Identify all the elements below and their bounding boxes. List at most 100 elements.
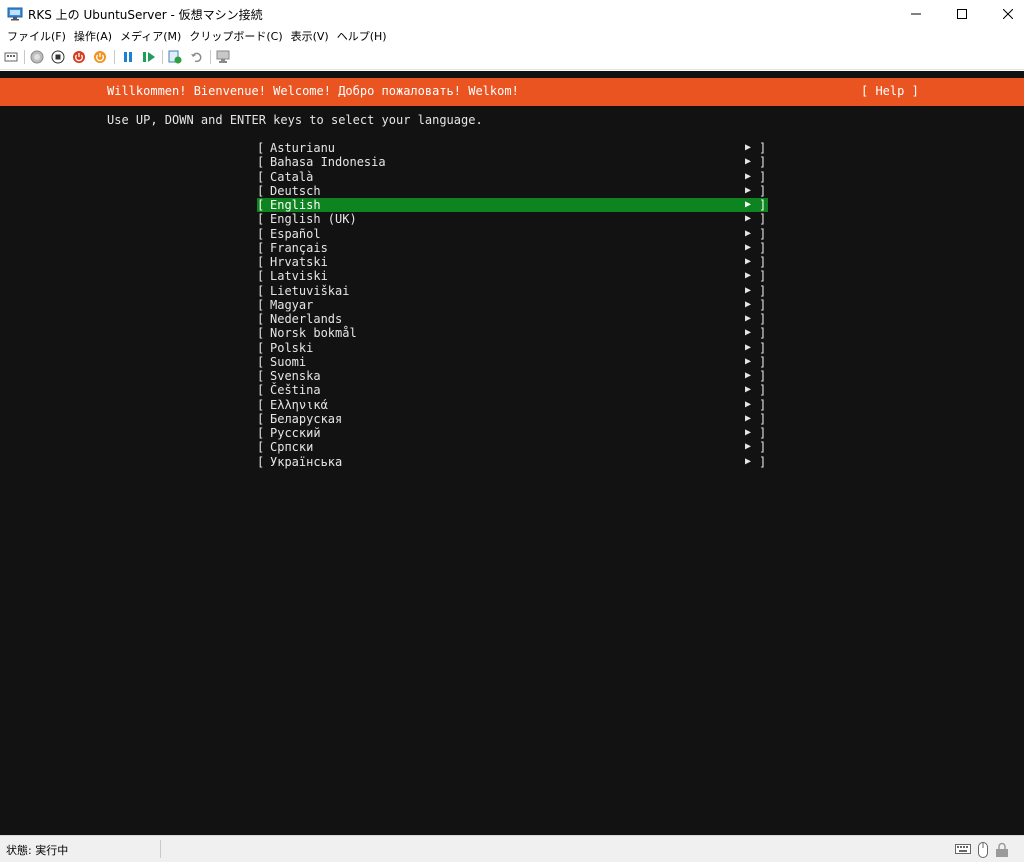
menu-action[interactable]: 操作(A) <box>70 28 116 45</box>
left-bracket: [ <box>257 255 265 269</box>
left-bracket: [ <box>257 326 265 341</box>
reset-icon[interactable] <box>142 50 156 64</box>
language-option[interactable]: [Hrvatski ▶] <box>257 255 768 269</box>
ctrl-alt-del-icon[interactable] <box>4 50 18 64</box>
left-bracket: [ <box>257 297 265 312</box>
language-label: Ελληνικά <box>270 397 328 412</box>
arrow-right-icon: ▶ <box>745 370 752 381</box>
right-bracket: ] <box>759 283 767 298</box>
close-button[interactable] <box>985 0 1024 28</box>
language-option[interactable]: [Español ▶] <box>257 227 768 241</box>
right-bracket: ] <box>759 183 767 198</box>
language-option[interactable]: [English ▶] <box>257 198 768 213</box>
enhanced-session-icon[interactable] <box>216 50 230 64</box>
right-bracket: ] <box>759 312 767 326</box>
left-bracket: [ <box>257 383 265 398</box>
right-bracket: ] <box>759 141 767 155</box>
arrow-right-icon: ▶ <box>745 298 752 310</box>
menu-view[interactable]: 表示(V) <box>287 28 333 45</box>
language-option[interactable]: [Nederlands ▶] <box>257 312 768 326</box>
language-option[interactable]: [Беларуская ▶] <box>257 412 768 426</box>
turn-off-icon[interactable] <box>51 50 65 64</box>
language-label: English <box>270 198 321 212</box>
left-bracket: [ <box>257 369 265 383</box>
language-option[interactable]: [Asturianu ▶] <box>257 141 768 155</box>
menu-media[interactable]: メディア(M) <box>116 28 185 45</box>
right-bracket: ] <box>759 369 767 383</box>
arrow-right-icon: ▶ <box>745 341 752 353</box>
right-bracket: ] <box>759 226 767 241</box>
save-icon[interactable] <box>93 50 107 64</box>
arrow-right-icon: ▶ <box>745 142 752 153</box>
shutdown-icon[interactable] <box>72 50 86 64</box>
language-option[interactable]: [Čeština ▶] <box>257 383 768 397</box>
lock-icon <box>994 842 1010 861</box>
left-bracket: [ <box>257 198 265 212</box>
arrow-right-icon: ▶ <box>745 313 752 324</box>
minimize-icon <box>911 13 921 15</box>
help-button[interactable]: [ Help ] <box>861 84 919 98</box>
language-option[interactable]: [Ελληνικά ▶] <box>257 398 768 412</box>
arrow-right-icon: ▶ <box>745 455 752 467</box>
language-option[interactable]: [Polski ▶] <box>257 341 768 355</box>
language-label: Deutsch <box>270 183 321 198</box>
language-label: Русский <box>270 426 321 440</box>
language-label: Svenska <box>270 369 321 383</box>
menu-file[interactable]: ファイル(F) <box>3 28 70 45</box>
status-text: 状態: 実行中 <box>6 844 69 857</box>
vm-console-screen[interactable]: Willkommen! Bienvenue! Welcome! Добро по… <box>0 71 1024 835</box>
welcome-text: Willkommen! Bienvenue! Welcome! Добро по… <box>107 84 519 98</box>
left-bracket: [ <box>257 141 265 155</box>
language-option[interactable]: [ Magyar ▶] <box>257 298 768 312</box>
language-option[interactable]: [English (UK) ▶] <box>257 212 768 226</box>
checkpoint-icon[interactable] <box>168 50 182 64</box>
language-option[interactable]: [Русский ▶] <box>257 426 768 440</box>
menu-bar: ファイル(F) 操作(A) メディア(M) クリップボード(C) 表示(V) ヘ… <box>0 28 1024 45</box>
revert-icon[interactable] <box>190 50 204 64</box>
language-list: [Asturianu ▶] [Bahasa Indonesia ▶] [Català ▶]… <box>257 141 768 469</box>
arrow-right-icon: ▶ <box>745 270 752 282</box>
language-option[interactable]: [Latviski ▶] <box>257 269 768 283</box>
pause-icon[interactable] <box>121 50 135 64</box>
arrow-right-icon: ▶ <box>745 170 752 182</box>
right-bracket: ] <box>759 297 767 312</box>
language-label: English (UK) <box>270 212 357 227</box>
vm-connection-icon <box>7 7 23 21</box>
keyboard-icon <box>955 842 971 859</box>
left-bracket: [ <box>257 411 265 426</box>
arrow-right-icon: ▶ <box>745 256 752 267</box>
language-option[interactable]: [Français ▶] <box>257 241 768 255</box>
left-bracket: [ <box>257 397 265 412</box>
language-option[interactable]: [Українська ▶] <box>257 455 768 469</box>
right-bracket: ] <box>759 354 767 369</box>
language-label: Magyar <box>270 297 314 312</box>
language-option[interactable]: [Bahasa Indonesia ▶] <box>257 155 768 169</box>
right-bracket: ] <box>759 198 767 212</box>
arrow-right-icon: ▶ <box>745 156 752 168</box>
right-bracket: ] <box>759 383 767 398</box>
language-option[interactable]: [Suomi ▶] <box>257 355 768 369</box>
arrow-right-icon: ▶ <box>745 427 752 438</box>
minimize-button[interactable] <box>893 0 939 28</box>
language-label: Беларуская <box>270 411 343 426</box>
language-option[interactable]: [Lietuviškai ▶] <box>257 284 768 298</box>
start-icon[interactable] <box>30 50 44 64</box>
language-option[interactable]: [Српски ▶] <box>257 440 768 454</box>
arrow-right-icon: ▶ <box>745 227 752 239</box>
arrow-right-icon: ▶ <box>745 241 752 253</box>
arrow-right-icon: ▶ <box>745 327 752 339</box>
menu-clipboard[interactable]: クリップボード(C) <box>185 28 286 45</box>
language-label: Français <box>270 240 328 255</box>
arrow-right-icon: ▶ <box>745 441 752 453</box>
toolbar <box>0 45 1024 70</box>
language-label: Српски <box>270 440 314 455</box>
menu-help[interactable]: ヘルプ(H) <box>333 28 391 45</box>
language-label: Lietuviškai <box>270 283 350 298</box>
language-option[interactable]: [Català ▶] <box>257 170 768 184</box>
maximize-button[interactable] <box>939 0 985 28</box>
language-option[interactable]: [Deutsch ▶] <box>257 184 768 198</box>
right-bracket: ] <box>759 269 767 284</box>
language-label: Català <box>270 169 314 184</box>
language-option[interactable]: [ Svenska ▶] <box>257 369 768 383</box>
language-option[interactable]: [Norsk bokmål ▶] <box>257 326 768 340</box>
